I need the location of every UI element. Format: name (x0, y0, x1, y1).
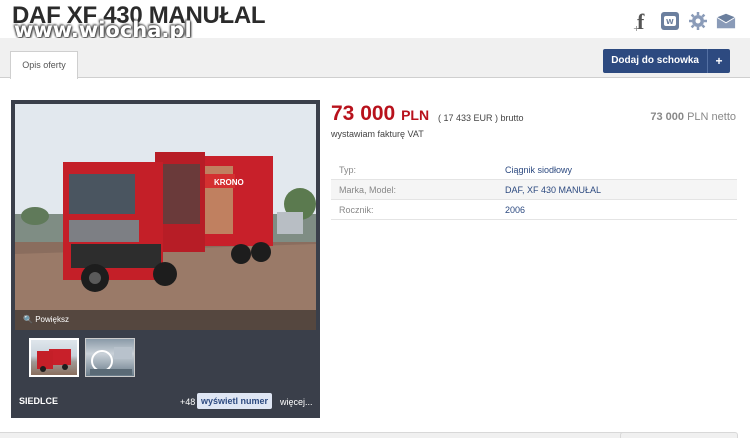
svg-text:+: + (633, 24, 640, 32)
footer-tab (620, 432, 738, 438)
location-label: SIEDLCE (19, 396, 59, 406)
parameters-table: Typ: Ciągnik siodłowy Marka, Model: DAF,… (331, 160, 737, 220)
svg-text:W: W (666, 18, 674, 26)
price-eur: ( 17 433 EUR ) brutto (438, 113, 524, 123)
price-eur-value: ( 17 433 EUR ) (438, 113, 499, 123)
price-net: 73 000 PLN netto (650, 111, 736, 123)
param-value[interactable]: DAF, XF 430 MANUŁAL (505, 185, 601, 195)
price-net-amount: 73 000 (650, 111, 685, 123)
gallery-footer: SIEDLCE +48 wyświetl numer więcej... (11, 388, 320, 418)
add-to-clipboard-button[interactable]: Dodaj do schowka + (603, 49, 730, 73)
tab-description[interactable]: Opis oferty (10, 51, 78, 79)
tab-bar: Opis oferty Dodaj do schowka + (0, 38, 750, 79)
param-row: Typ: Ciągnik siodłowy (331, 160, 737, 180)
param-value[interactable]: 2006 (505, 205, 525, 215)
svg-text:KRONO: KRONO (214, 178, 244, 187)
enlarge-label: Powiększ (35, 315, 69, 324)
thumbnail-strip (15, 330, 316, 388)
price-gross: 73 000 PLN (331, 102, 429, 126)
price-currency: PLN (401, 107, 430, 123)
param-key: Marka, Model: (339, 184, 397, 195)
param-row: Marka, Model: DAF, XF 430 MANUŁAL (331, 180, 737, 200)
main-photo[interactable]: KRONO 🔍 Powiększ (15, 104, 316, 330)
more-link[interactable]: więcej... (280, 397, 313, 407)
photo-gallery: KRONO 🔍 Powiększ SIEDLCE +48 wyświetl nu… (11, 100, 320, 418)
wykop-icon[interactable]: W (660, 10, 680, 32)
facebook-icon[interactable]: f + (632, 10, 652, 32)
plus-icon: + (715, 54, 723, 68)
email-icon[interactable] (716, 10, 736, 32)
add-to-clipboard-label: Dodaj do schowka (603, 49, 708, 73)
footer-bar (0, 432, 640, 438)
photo-count: +48 (180, 397, 196, 407)
price-gross-label: brutto (500, 113, 524, 123)
enlarge-button[interactable]: 🔍 Powiększ (15, 310, 316, 330)
invoice-note: wystawiam fakturę VAT (331, 129, 424, 139)
thumbnail-2[interactable] (85, 338, 135, 377)
param-value[interactable]: Ciągnik siodłowy (505, 165, 572, 175)
param-row: Rocznik: 2006 (331, 200, 737, 220)
price-amount: 73 000 (331, 102, 396, 125)
settings-icon[interactable] (688, 10, 708, 32)
show-number-button[interactable]: wyświetl numer (197, 393, 273, 409)
thumbnail-1[interactable] (29, 338, 79, 377)
param-key: Typ: (339, 164, 357, 175)
magnifier-icon: 🔍 (23, 315, 33, 324)
social-icons: f + W (632, 10, 736, 32)
param-key: Rocznik: (339, 204, 374, 215)
price-net-currency: PLN netto (687, 111, 736, 123)
truck-photo-illustration: KRONO (15, 104, 316, 330)
